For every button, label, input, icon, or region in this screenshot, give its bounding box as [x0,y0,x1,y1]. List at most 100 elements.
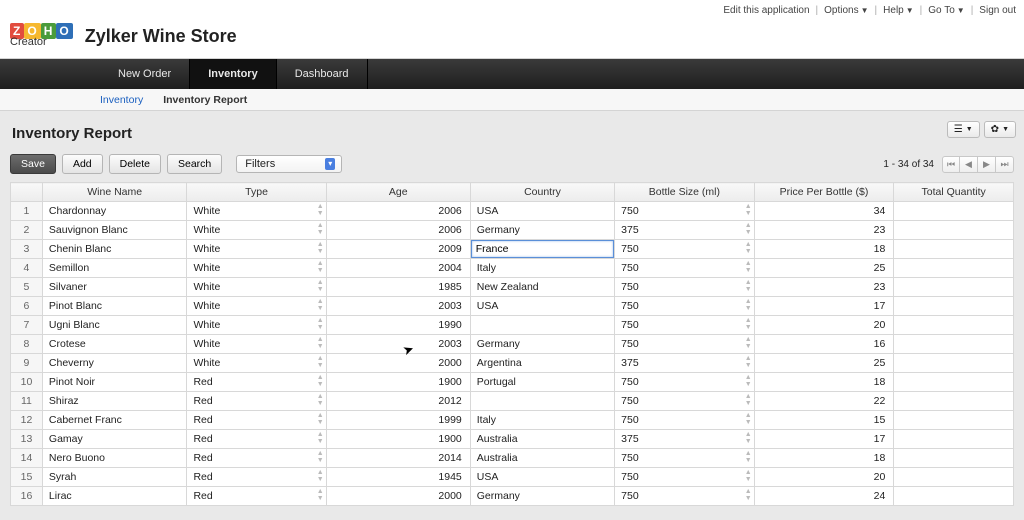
pager-next[interactable]: ▶ [978,156,996,173]
stepper-icon[interactable]: ▲▼ [745,279,752,293]
cell-type[interactable]: White▲▼ [187,316,326,335]
add-button[interactable]: Add [62,154,103,174]
cell-type[interactable]: Red▲▼ [187,373,326,392]
cell-type[interactable]: White▲▼ [187,278,326,297]
stepper-icon[interactable]: ▲▼ [745,450,752,464]
cell-country[interactable] [470,240,614,259]
cell-qty[interactable] [894,411,1014,430]
cell-type[interactable]: Red▲▼ [187,449,326,468]
cell-qty[interactable] [894,430,1014,449]
cell-wine-name[interactable]: Semillon [42,259,187,278]
help-menu[interactable]: Help▼ [883,5,914,16]
cell-price[interactable]: 18 [754,240,894,259]
cell-wine-name[interactable]: Shiraz [42,392,187,411]
stepper-icon[interactable]: ▲▼ [317,279,324,293]
cell-age[interactable]: 2000 [326,354,470,373]
cell-bottle[interactable]: 750▲▼ [615,373,755,392]
cell-type[interactable]: Red▲▼ [187,392,326,411]
col-qty[interactable]: Total Quantity [894,183,1014,202]
tab-new-order[interactable]: New Order [100,59,190,89]
cell-wine-name[interactable]: Cabernet Franc [42,411,187,430]
cell-qty[interactable] [894,373,1014,392]
cell-age[interactable]: 1900 [326,430,470,449]
stepper-icon[interactable]: ▲▼ [745,469,752,483]
cell-price[interactable]: 18 [754,373,894,392]
cell-wine-name[interactable]: Gamay [42,430,187,449]
col-age[interactable]: Age [326,183,470,202]
cell-bottle[interactable]: 375▲▼ [615,221,755,240]
cell-country[interactable]: USA [470,202,614,221]
stepper-icon[interactable]: ▲▼ [317,488,324,502]
cell-bottle[interactable]: 750▲▼ [615,278,755,297]
cell-wine-name[interactable]: Chardonnay [42,202,187,221]
cell-age[interactable]: 2003 [326,297,470,316]
pager-prev[interactable]: ◀ [960,156,978,173]
cell-price[interactable]: 22 [754,392,894,411]
stepper-icon[interactable]: ▲▼ [317,469,324,483]
col-type[interactable]: Type [187,183,326,202]
cell-country[interactable]: Portugal [470,373,614,392]
cell-bottle[interactable]: 750▲▼ [615,297,755,316]
tab-inventory[interactable]: Inventory [190,59,277,89]
stepper-icon[interactable]: ▲▼ [317,393,324,407]
stepper-icon[interactable]: ▲▼ [317,203,324,217]
col-price[interactable]: Price Per Bottle ($) [754,183,894,202]
cell-qty[interactable] [894,221,1014,240]
cell-age[interactable]: 2012 [326,392,470,411]
cell-type[interactable]: Red▲▼ [187,487,326,506]
cell-wine-name[interactable]: Pinot Blanc [42,297,187,316]
cell-type[interactable]: White▲▼ [187,297,326,316]
stepper-icon[interactable]: ▲▼ [317,222,324,236]
cell-price[interactable]: 20 [754,468,894,487]
cell-type[interactable]: Red▲▼ [187,411,326,430]
cell-bottle[interactable]: 375▲▼ [615,354,755,373]
settings-menu-button[interactable]: ✿▼ [984,121,1016,138]
cell-bottle[interactable]: 750▲▼ [615,449,755,468]
cell-qty[interactable] [894,278,1014,297]
pager-last[interactable]: ⏭ [996,156,1014,173]
cell-wine-name[interactable]: Chenin Blanc [42,240,187,259]
cell-price[interactable]: 15 [754,411,894,430]
edit-app-link[interactable]: Edit this application [723,5,809,16]
stepper-icon[interactable]: ▲▼ [745,298,752,312]
cell-age[interactable]: 2009 [326,240,470,259]
cell-type[interactable]: White▲▼ [187,259,326,278]
cell-qty[interactable] [894,449,1014,468]
cell-price[interactable]: 25 [754,259,894,278]
cell-qty[interactable] [894,354,1014,373]
stepper-icon[interactable]: ▲▼ [745,393,752,407]
stepper-icon[interactable]: ▲▼ [317,241,324,255]
stepper-icon[interactable]: ▲▼ [745,412,752,426]
col-wine-name[interactable]: Wine Name [42,183,187,202]
cell-type[interactable]: Red▲▼ [187,468,326,487]
cell-type[interactable]: Red▲▼ [187,430,326,449]
stepper-icon[interactable]: ▲▼ [745,431,752,445]
cell-qty[interactable] [894,297,1014,316]
cell-bottle[interactable]: 750▲▼ [615,411,755,430]
cell-age[interactable]: 2004 [326,259,470,278]
cell-price[interactable]: 20 [754,316,894,335]
cell-country[interactable]: USA [470,297,614,316]
country-input[interactable] [471,240,614,258]
cell-wine-name[interactable]: Silvaner [42,278,187,297]
cell-qty[interactable] [894,316,1014,335]
cell-country[interactable]: Germany [470,335,614,354]
cell-wine-name[interactable]: Ugni Blanc [42,316,187,335]
cell-qty[interactable] [894,240,1014,259]
stepper-icon[interactable]: ▲▼ [745,241,752,255]
stepper-icon[interactable]: ▲▼ [745,222,752,236]
cell-type[interactable]: White▲▼ [187,354,326,373]
cell-wine-name[interactable]: Cheverny [42,354,187,373]
cell-country[interactable]: Germany [470,487,614,506]
cell-age[interactable]: 2006 [326,202,470,221]
cell-bottle[interactable]: 750▲▼ [615,240,755,259]
cell-wine-name[interactable]: Crotese [42,335,187,354]
cell-bottle[interactable]: 750▲▼ [615,468,755,487]
cell-price[interactable]: 18 [754,449,894,468]
stepper-icon[interactable]: ▲▼ [745,260,752,274]
stepper-icon[interactable]: ▲▼ [745,317,752,331]
cell-price[interactable]: 17 [754,430,894,449]
col-country[interactable]: Country [470,183,614,202]
cell-type[interactable]: White▲▼ [187,335,326,354]
cell-bottle[interactable]: 750▲▼ [615,392,755,411]
